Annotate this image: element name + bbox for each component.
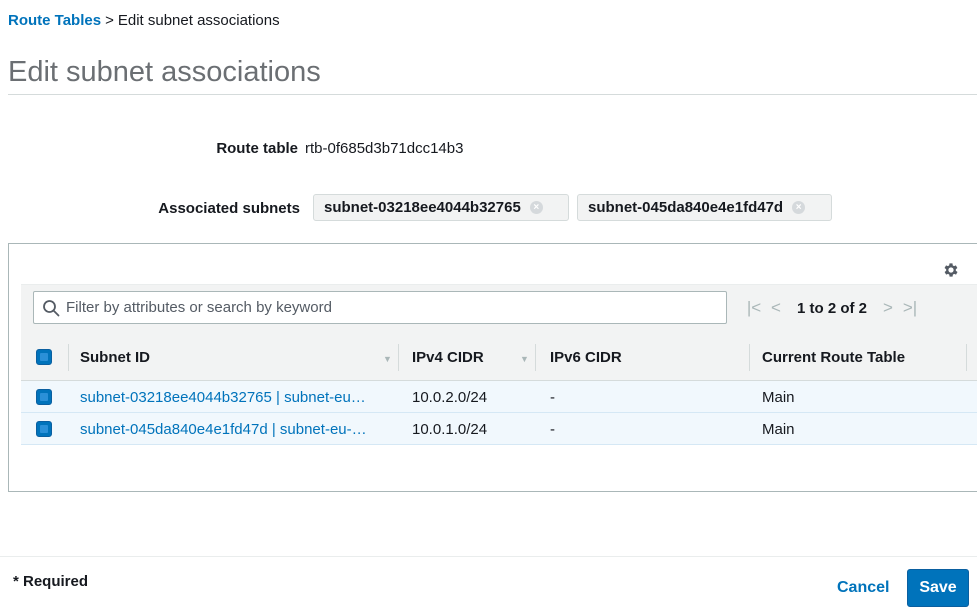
subnet-token-label: subnet-045da840e4e1fd47d (588, 199, 784, 216)
gear-icon[interactable] (942, 261, 960, 279)
breadcrumb-current: Edit subnet associations (117, 12, 280, 29)
required-note: * Required (13, 573, 89, 590)
pagination: |< < 1 to 2 of 2 > >| (743, 297, 921, 319)
panel-header (9, 244, 977, 284)
column-divider (749, 344, 750, 371)
last-page-icon[interactable]: >| (899, 298, 921, 318)
column-header-current-route-table[interactable]: Current Route Table (762, 334, 905, 381)
search-icon (43, 300, 60, 317)
row-checkbox[interactable] (36, 421, 52, 437)
page-title: Edit subnet associations (8, 56, 321, 88)
subnet-token: subnet-045da840e4e1fd47d × (577, 194, 832, 221)
footer-divider (0, 556, 977, 557)
next-page-icon[interactable]: > (877, 298, 899, 318)
subnet-token-label: subnet-03218ee4044b32765 (324, 199, 521, 216)
ipv4-cidr-cell: 10.0.2.0/24 (412, 388, 488, 406)
ipv6-cidr-cell: - (550, 420, 555, 438)
subnets-table-panel: |< < 1 to 2 of 2 > >| Subnet ID ▼ IPv4 C… (8, 243, 977, 492)
ipv4-cidr-cell: 10.0.1.0/24 (412, 420, 488, 438)
associated-subnets-label: Associated subnets (158, 200, 300, 217)
ipv6-cidr-cell: - (550, 388, 555, 406)
select-all-checkbox[interactable] (36, 349, 52, 365)
route-table-label: Route table (216, 140, 298, 157)
column-header-ipv6-cidr[interactable]: IPv6 CIDR (550, 334, 622, 381)
close-icon[interactable]: × (792, 201, 806, 214)
column-divider (398, 344, 399, 371)
subnet-token: subnet-03218ee4044b32765 × (313, 194, 569, 221)
breadcrumb-route-tables-link[interactable]: Route Tables (8, 12, 101, 29)
route-table-cell: Main (762, 420, 795, 438)
close-icon[interactable]: × (529, 201, 543, 214)
pagination-text: 1 to 2 of 2 (797, 299, 868, 317)
column-header-ipv4-cidr[interactable]: IPv4 CIDR (412, 334, 484, 381)
table-row[interactable]: subnet-045da840e4e1fd47d | subnet-eu-… 1… (21, 413, 977, 445)
sort-icon[interactable]: ▼ (520, 354, 529, 364)
sort-icon[interactable]: ▼ (383, 354, 392, 364)
breadcrumb-separator: > (105, 12, 114, 29)
column-header-subnet-id[interactable]: Subnet ID (80, 334, 150, 381)
first-page-icon[interactable]: |< (743, 298, 765, 318)
subnet-id-link[interactable]: subnet-03218ee4044b32765 | subnet-eu… (80, 381, 366, 413)
table-header: Subnet ID ▼ IPv4 CIDR ▼ IPv6 CIDR Curren… (21, 334, 977, 381)
prev-page-icon[interactable]: < (765, 298, 787, 318)
route-table-value: rtb-0f685d3b71dcc14b3 (305, 140, 464, 157)
subnet-id-link[interactable]: subnet-045da840e4e1fd47d | subnet-eu-… (80, 413, 367, 445)
search-input[interactable] (66, 292, 716, 323)
search-box (33, 291, 727, 324)
route-table-cell: Main (762, 388, 795, 406)
column-divider (535, 344, 536, 371)
row-checkbox[interactable] (36, 389, 52, 405)
table-toolbar: |< < 1 to 2 of 2 > >| (21, 284, 977, 334)
table-row[interactable]: subnet-03218ee4044b32765 | subnet-eu… 10… (21, 381, 977, 413)
column-divider (68, 344, 69, 371)
save-button[interactable]: Save (907, 569, 969, 607)
title-divider (8, 94, 977, 95)
cancel-button[interactable]: Cancel (837, 579, 889, 597)
breadcrumb: Route Tables > Edit subnet associations (8, 12, 280, 29)
column-divider (966, 344, 967, 371)
